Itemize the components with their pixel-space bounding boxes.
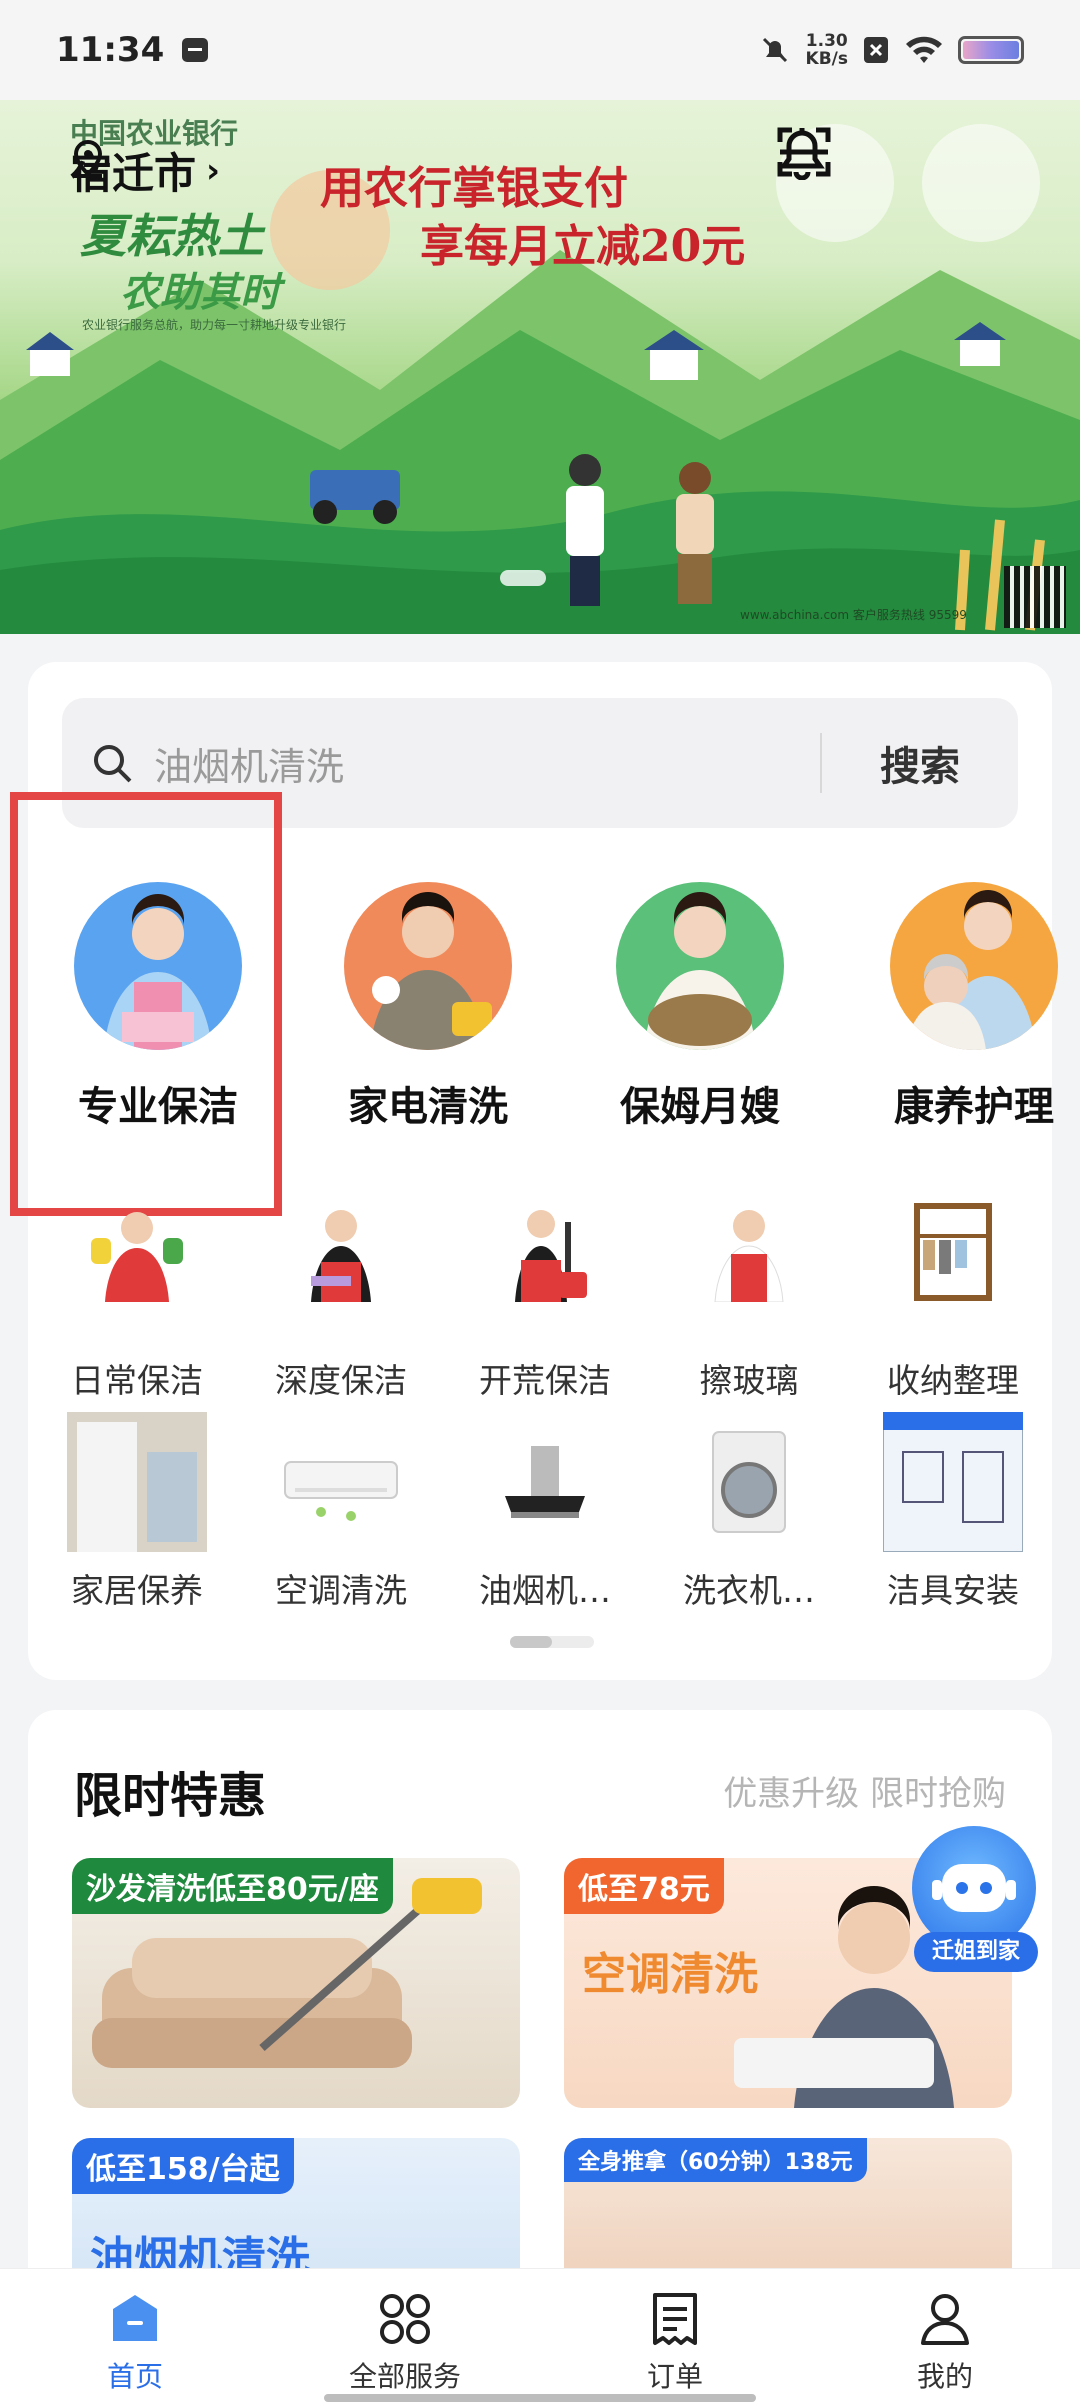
sub-service-label: 开荒保洁 — [479, 1361, 611, 1400]
deal-massage[interactable]: 全身推拿（60分钟）138元 — [564, 2138, 1012, 2278]
sub-service-label: 家居保养 — [71, 1571, 203, 1610]
location-pin-icon — [73, 140, 103, 178]
sub-service-label: 擦玻璃 — [699, 1361, 799, 1400]
battery-icon — [958, 36, 1024, 64]
sub-service-fixture-install[interactable]: 洁具安装 — [868, 1411, 1038, 1612]
bell-icon — [779, 128, 825, 180]
ac-cleaning-image — [271, 1412, 411, 1552]
post-renovation-image — [475, 1202, 615, 1342]
deal-sofa-cleaning[interactable]: 沙发清洗低至80元/座 — [72, 1858, 520, 2108]
carousel-indicator — [500, 570, 546, 586]
status-time: 11:34 — [56, 30, 165, 70]
sub-service-ac-cleaning[interactable]: 空调清洗 — [256, 1412, 426, 1612]
sub-service-range-hood[interactable]: 油烟机… — [460, 1412, 630, 1612]
home-indicator[interactable] — [324, 2394, 756, 2402]
nav-label: 我的 — [916, 2360, 973, 2393]
chevron-right-icon: › — [206, 150, 221, 191]
range-hood-image — [475, 1412, 615, 1552]
elder-care-avatar — [890, 882, 1058, 1050]
net-speed: 1.30 KB/s — [805, 31, 848, 69]
deal-tag: 低至158/台起 — [72, 2138, 294, 2194]
profile-icon — [921, 2294, 969, 2345]
grid-page-indicator — [510, 1636, 594, 1648]
sub-service-daily-cleaning[interactable]: 日常保洁 — [52, 1202, 222, 1402]
deal-tag: 全身推拿（60分钟）138元 — [564, 2138, 867, 2182]
sub-service-post-renovation-cleaning[interactable]: 开荒保洁 — [460, 1202, 630, 1402]
search-input[interactable]: 油烟机清洗 — [154, 736, 820, 791]
sub-service-home-maintenance[interactable]: 家居保养 — [52, 1412, 222, 1612]
fixture-install-image — [882, 1411, 1024, 1553]
organizing-image — [883, 1202, 1023, 1342]
sub-service-window-cleaning[interactable]: 擦玻璃 — [664, 1202, 834, 1402]
bottom-nav: 首页 全部服务 订单 我的 — [0, 2268, 1080, 2408]
sub-service-label: 油烟机… — [479, 1571, 611, 1610]
banner-slogan-2: 农助其时 — [120, 270, 280, 316]
category-label: 保姆月嫂 — [620, 1084, 780, 1130]
nav-label: 全部服务 — [348, 2360, 461, 2393]
nav-orders[interactable]: 订单 — [540, 2269, 810, 2408]
nav-all-services[interactable]: 全部服务 — [270, 2269, 540, 2408]
sub-service-washing-machine[interactable]: 洗衣机… — [664, 1412, 834, 1612]
sub-service-label: 收纳整理 — [887, 1361, 1019, 1400]
sub-service-label: 深度保洁 — [275, 1361, 407, 1400]
deal-tag: 沙发清洗低至80元/座 — [72, 1858, 393, 1914]
deal-range-hood-cleaning[interactable]: 低至158/台起 油烟机清洗 — [72, 2138, 520, 2278]
status-bar: 11:34 1.30 KB/s — [0, 0, 1080, 100]
grid-icon — [380, 2294, 430, 2344]
home-maintenance-image — [67, 1412, 207, 1552]
home-icon — [113, 2295, 157, 2341]
daily-cleaning-image — [67, 1202, 207, 1342]
deal-headline: 空调清洗 — [582, 1949, 758, 2000]
category-label: 康养护理 — [894, 1084, 1054, 1130]
sim-x-icon — [864, 37, 888, 63]
sub-service-organizing[interactable]: 收纳整理 — [868, 1202, 1038, 1402]
wifi-icon — [906, 36, 942, 63]
category-label: 家电清洗 — [348, 1084, 508, 1130]
message-icon — [182, 38, 209, 62]
page-indicator-active — [510, 1636, 552, 1648]
sub-service-deep-cleaning[interactable]: 深度保洁 — [256, 1202, 426, 1402]
category-nanny[interactable]: 保姆月嫂 — [590, 882, 810, 1132]
washing-machine-image — [679, 1412, 819, 1552]
service-card: 油烟机清洗 搜索 专业保洁 家电清洗 保姆月嫂 康养护理 日常保洁 深度保洁 开… — [10, 662, 1058, 1680]
location-selector[interactable]: 宿迁市 › — [70, 140, 220, 201]
deals-title: 限时特惠 — [74, 1768, 267, 1824]
category-elder-care[interactable]: 康养护理 — [864, 882, 1080, 1132]
search-icon — [94, 745, 132, 783]
notification-button[interactable] — [779, 124, 1040, 242]
assistant-button[interactable]: 迁姐到家 — [906, 1826, 1042, 1976]
window-cleaning-image — [679, 1202, 819, 1342]
banner-promo-line-2: 享每月立减20元 — [420, 221, 746, 272]
banner-url: www.abchina.com 客户服务热线 95599 — [740, 608, 967, 622]
deals-subtitle[interactable]: 优惠升级 限时抢购 — [723, 1766, 1006, 1815]
nanny-avatar — [616, 882, 784, 1050]
banner-small-text: 农业银行服务总航，助力每一寸耕地升级专业银行 — [82, 318, 347, 332]
nav-label: 首页 — [106, 2360, 163, 2393]
sub-service-label: 日常保洁 — [71, 1361, 203, 1400]
banner-slogan-1: 夏耘热土 — [80, 209, 264, 263]
deep-cleaning-image — [271, 1202, 411, 1342]
nav-label: 订单 — [646, 2360, 703, 2393]
deal-tag: 低至78元 — [564, 1858, 724, 1914]
qr-code — [1004, 566, 1066, 628]
banner-promo-line-1: 用农行掌银支付 — [320, 163, 628, 214]
assistant-label: 迁姐到家 — [914, 1932, 1038, 1972]
mute-icon — [762, 37, 787, 63]
sub-service-label: 洁具安装 — [887, 1571, 1019, 1610]
highlight-box — [10, 792, 282, 1216]
search-button[interactable]: 搜索 — [822, 734, 1018, 792]
sub-service-label: 洗衣机… — [683, 1571, 815, 1610]
nav-home[interactable]: 首页 — [0, 2269, 270, 2408]
sub-service-label: 空调清洗 — [275, 1571, 407, 1610]
nav-profile[interactable]: 我的 — [810, 2269, 1080, 2408]
category-appliance-cleaning[interactable]: 家电清洗 — [318, 882, 538, 1132]
appliance-avatar — [344, 882, 512, 1050]
order-icon — [653, 2293, 697, 2345]
promo-banner[interactable]: 中国农业银行 夏耘热土 农助其时 农业银行服务总航，助力每一寸耕地升级专业银行 … — [0, 100, 1080, 634]
